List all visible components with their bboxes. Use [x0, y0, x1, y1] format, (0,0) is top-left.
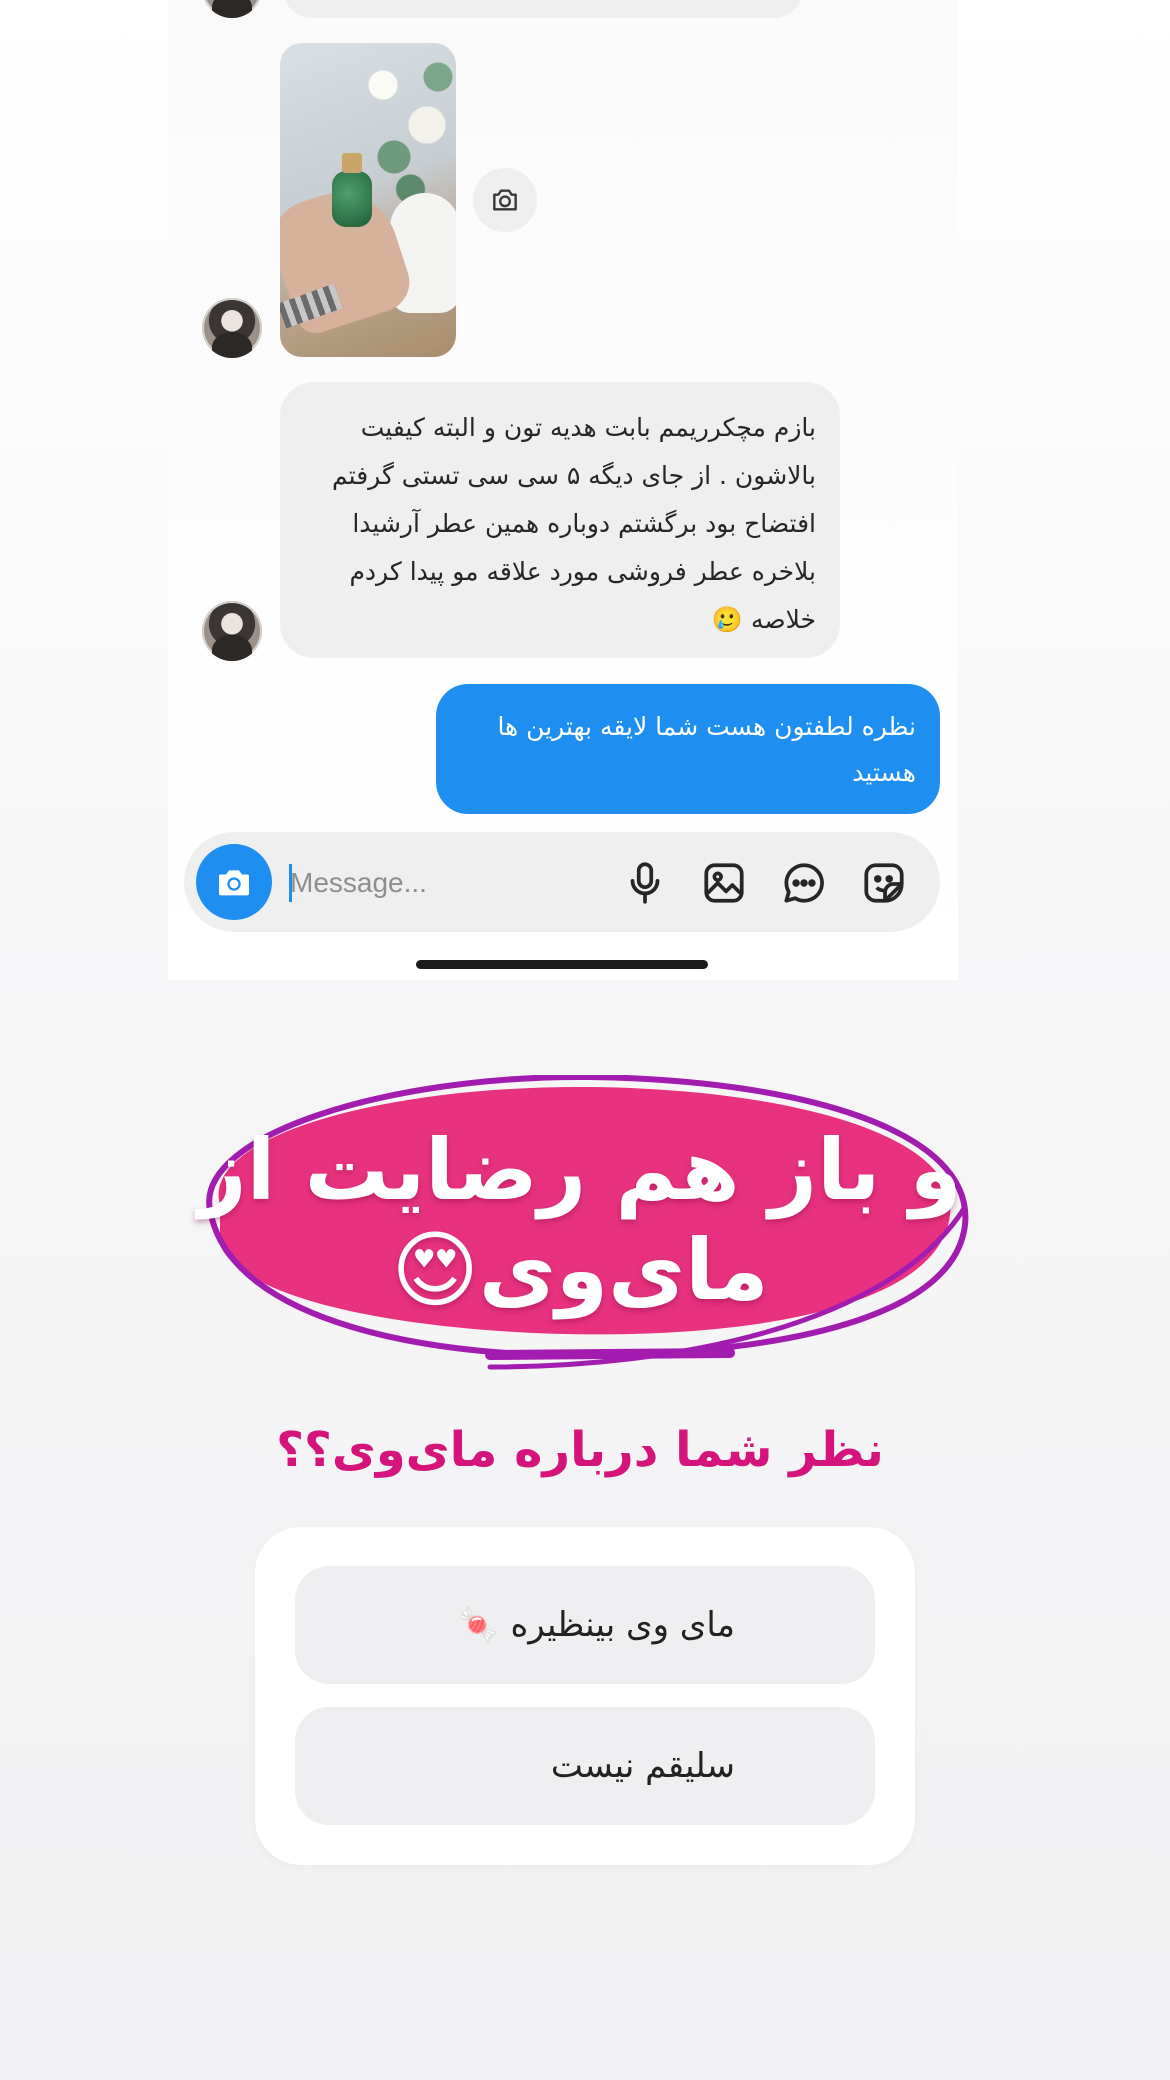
shared-photo[interactable]	[280, 43, 456, 357]
outgoing-message: نظره لطفتون هست شما لایقه بهترین ها هستی…	[436, 684, 940, 814]
incoming-message: بازم مچکرریمم بابت هدیه تون و البته کیفی…	[280, 382, 840, 658]
home-indicator	[416, 960, 708, 969]
poll-card: مای وی بینظیره 🍬 سلیقم نیست	[255, 1527, 915, 1865]
camera-icon	[219, 870, 249, 896]
sender-avatar	[202, 601, 262, 661]
sticker-icon[interactable]	[859, 858, 909, 908]
camera-button[interactable]	[196, 844, 272, 920]
microphone-icon[interactable]	[620, 858, 670, 908]
camera-icon	[493, 189, 517, 211]
poll-option-2[interactable]: سلیقم نیست	[295, 1707, 875, 1825]
previous-message-bubble	[283, 0, 803, 18]
poll-question: نظر شما درباره مای‌وی؟؟	[276, 1422, 884, 1478]
chat-bubble-icon[interactable]	[779, 858, 829, 908]
message-composer	[184, 832, 940, 932]
sender-avatar	[202, 298, 262, 358]
story-headline: و باز هم رضایت از مای‌وی😍	[198, 1121, 962, 1319]
camera-reply-button[interactable]	[473, 168, 537, 232]
message-input[interactable]	[288, 858, 592, 908]
gallery-icon[interactable]	[699, 858, 749, 908]
poll-option-1[interactable]: مای وی بینظیره 🍬	[295, 1566, 875, 1684]
